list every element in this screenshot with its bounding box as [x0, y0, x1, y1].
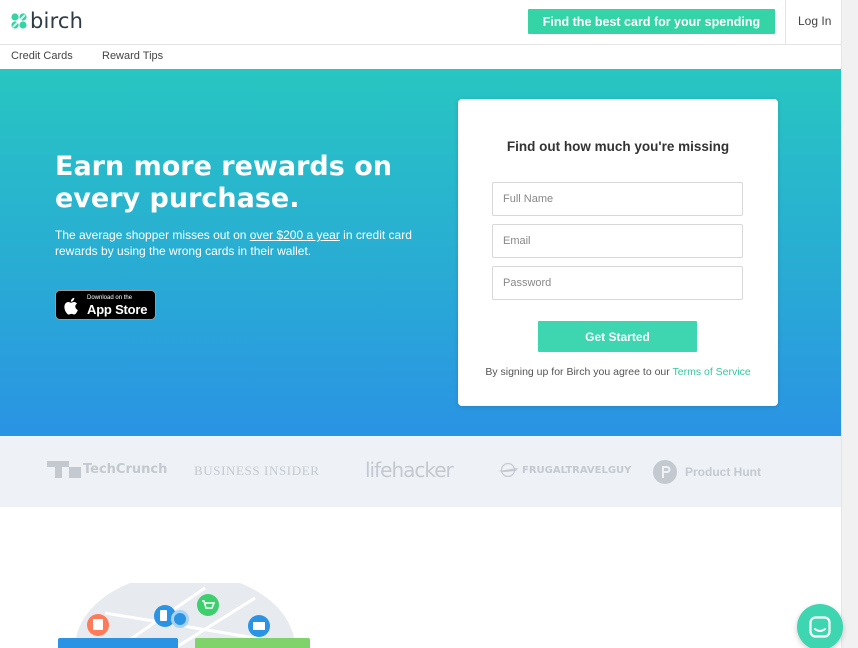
techcrunch-logo: TechCrunch	[47, 461, 167, 478]
chat-launcher-button[interactable]	[797, 604, 843, 648]
frugal-travel-guy-text: FRUGALTRAVELGUY	[522, 464, 632, 476]
nav-reward-tips[interactable]: Reward Tips	[102, 50, 163, 62]
birch-leaf-icon	[11, 13, 27, 29]
lifehacker-logo: lifehacker	[365, 458, 454, 482]
over-200-link[interactable]: over $200 a year	[250, 228, 340, 242]
product-hunt-icon	[653, 460, 677, 484]
find-best-card-button[interactable]: Find the best card for your spending	[528, 9, 775, 34]
birch-logo[interactable]: birch	[10, 9, 83, 33]
header-divider	[785, 0, 786, 45]
product-hunt-text: Product Hunt	[685, 465, 761, 479]
app-store-badge[interactable]: Download on the App Store	[55, 290, 156, 320]
login-link[interactable]: Log In	[798, 14, 831, 28]
signup-card: Find out how much you're missing Get Sta…	[458, 99, 778, 406]
get-started-button[interactable]: Get Started	[538, 321, 697, 352]
nav-credit-cards[interactable]: Credit Cards	[11, 50, 73, 62]
password-input[interactable]	[492, 266, 743, 300]
sub-navigation: Credit Cards Reward Tips	[0, 46, 841, 69]
shop-pin-icon	[87, 614, 109, 636]
terms-prefix: By signing up for Birch you agree to our	[485, 366, 673, 378]
press-logos-bar: TechCrunch BUSINESS INSIDER lifehacker F…	[0, 436, 841, 507]
scrollbar[interactable]	[841, 0, 858, 648]
apple-icon	[64, 297, 78, 315]
map-illustration	[58, 583, 310, 648]
appstore-small-text: Download on the	[87, 295, 133, 301]
appstore-big-text: App Store	[87, 302, 148, 317]
techcrunch-mark-icon	[47, 461, 81, 478]
frugal-travel-guy-logo: FRUGALTRAVELGUY	[496, 463, 631, 477]
email-input[interactable]	[492, 224, 743, 258]
terms-of-service-link[interactable]: Terms of Service	[672, 366, 750, 378]
full-name-input[interactable]	[492, 182, 743, 216]
chat-icon	[809, 616, 831, 638]
logo-text: birch	[30, 9, 84, 33]
techcrunch-text: TechCrunch	[83, 462, 168, 477]
business-insider-logo: BUSINESS INSIDER	[194, 463, 320, 478]
location-dot-icon	[171, 610, 189, 628]
cart-pin-icon	[197, 594, 219, 616]
top-header: birch Find the best card for your spendi…	[0, 0, 841, 45]
product-hunt-logo: Product Hunt	[652, 459, 761, 485]
hero-section: Earn more rewards on every purchase. The…	[0, 69, 841, 436]
hero-desc-text: The average shopper misses out on	[55, 228, 250, 242]
store-pin-icon	[248, 615, 270, 637]
hero-title: Earn more rewards on every purchase.	[55, 151, 392, 214]
signup-title: Find out how much you're missing	[506, 139, 730, 154]
airplane-icon	[498, 463, 518, 477]
terms-notice: By signing up for Birch you agree to our…	[458, 366, 778, 378]
hero-description: The average shopper misses out on over $…	[55, 227, 445, 259]
